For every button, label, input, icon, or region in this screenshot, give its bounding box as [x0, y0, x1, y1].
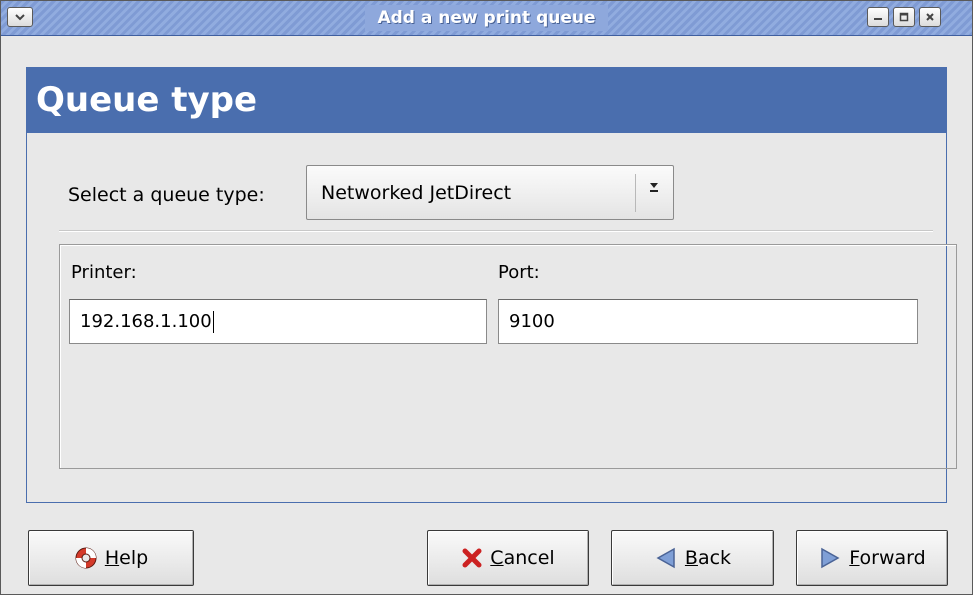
maximize-button[interactable]: [893, 7, 915, 27]
minimize-icon: [874, 18, 882, 20]
window-menu-button[interactable]: [7, 7, 33, 27]
port-value: 9100: [509, 311, 555, 332]
cancel-button[interactable]: Cancel: [427, 530, 589, 586]
back-button[interactable]: Back: [611, 530, 774, 586]
cancel-button-label: Cancel: [490, 547, 555, 569]
page-title: Queue type: [36, 80, 258, 120]
select-divider: [635, 174, 636, 212]
forward-button-label: Forward: [849, 547, 926, 569]
dropdown-arrow-icon: [643, 178, 665, 197]
right-triangle-icon: [818, 546, 842, 570]
lifebuoy-icon: [74, 546, 98, 570]
port-input[interactable]: 9100: [498, 299, 918, 344]
queue-type-selected-value: Networked JetDirect: [321, 182, 512, 204]
queue-type-label: Select a queue type:: [68, 184, 265, 206]
close-button[interactable]: [919, 7, 941, 27]
chevron-down-icon: [15, 14, 25, 21]
separator: [59, 230, 933, 232]
help-button-label: Help: [104, 547, 149, 569]
queue-type-select[interactable]: Networked JetDirect: [306, 165, 674, 220]
port-label: Port:: [498, 262, 540, 283]
printer-value: 192.168.1.100: [80, 311, 212, 332]
window-title: Add a new print queue: [365, 5, 608, 31]
close-icon: [926, 13, 934, 21]
left-triangle-icon: [654, 546, 678, 570]
red-x-icon: [461, 547, 483, 569]
maximize-icon: [899, 12, 909, 22]
page-header: Queue type: [26, 67, 947, 133]
back-button-label: Back: [684, 547, 732, 569]
print-queue-dialog: Add a new print queue Queue type Select …: [0, 0, 973, 595]
minimize-button[interactable]: [867, 7, 889, 27]
help-button[interactable]: Help: [28, 530, 194, 586]
text-caret: [212, 311, 214, 333]
printer-label: Printer:: [71, 262, 137, 283]
printer-input[interactable]: 192.168.1.100: [69, 299, 487, 344]
forward-button[interactable]: Forward: [796, 530, 948, 586]
title-bar[interactable]: Add a new print queue: [1, 1, 972, 36]
